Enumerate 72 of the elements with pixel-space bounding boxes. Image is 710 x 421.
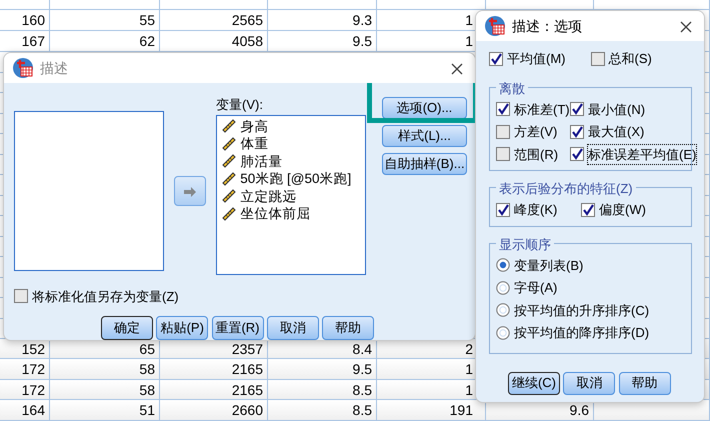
- checkbox-label: 平均值(M): [507, 50, 566, 68]
- table-cell: 2660: [160, 400, 268, 421]
- dialog-button[interactable]: 取消: [563, 372, 616, 394]
- checkbox[interactable]: [496, 202, 510, 217]
- ruler-icon: [221, 188, 237, 204]
- table-cell: 8.5: [268, 400, 377, 421]
- list-item[interactable]: 50米跑 [@50米跑]: [240, 170, 352, 188]
- window-title: 描述: [40, 58, 68, 78]
- checkbox[interactable]: [590, 52, 604, 66]
- source-list[interactable]: [14, 111, 164, 271]
- table-cell: 9.3: [268, 10, 377, 31]
- app-icon: [12, 57, 34, 79]
- radio-label: 变量列表(B): [514, 256, 584, 275]
- close-icon: [451, 63, 463, 76]
- list-item[interactable]: 身高: [240, 118, 268, 135]
- checkbox-label: 偏度(W): [599, 201, 646, 219]
- side-button[interactable]: 选项(O)...: [382, 97, 467, 119]
- table-cell: 51: [50, 400, 160, 421]
- checkbox[interactable]: [496, 147, 510, 162]
- dialog-button[interactable]: 重置(R): [212, 316, 264, 340]
- side-button[interactable]: 自助抽样(B)...: [382, 153, 467, 175]
- list-item[interactable]: 立定跳远: [240, 188, 296, 205]
- checkbox[interactable]: [570, 147, 584, 162]
- checkbox-label: 最大值(X): [588, 123, 644, 141]
- group-title: 表示后验分布的特征(Z): [496, 179, 636, 198]
- radio-label: 按平均值的降序排序(D): [514, 324, 650, 342]
- table-cell: 160: [0, 10, 50, 31]
- checkbox[interactable]: [581, 202, 595, 217]
- checkbox-label: 将标准化值另存为变量(Z): [32, 288, 179, 306]
- radio-button[interactable]: [496, 303, 510, 318]
- table-cell: 55: [50, 10, 160, 31]
- checkbox-label: 标准误差平均值(E): [588, 144, 696, 164]
- radio-button[interactable]: [496, 280, 510, 295]
- ruler-icon: [221, 153, 237, 170]
- radio-button[interactable]: [496, 258, 510, 272]
- radio-button[interactable]: [496, 326, 510, 340]
- arrow-icon: [183, 186, 197, 198]
- ruler-icon: [221, 118, 237, 134]
- dialog-button[interactable]: 粘贴(P): [156, 316, 208, 340]
- window-title: 描述：选项: [512, 16, 582, 36]
- move-button[interactable]: [174, 176, 206, 206]
- list-item[interactable]: 体重: [240, 135, 268, 152]
- list-item[interactable]: 坐位体前屈: [240, 205, 310, 222]
- app-icon: [484, 15, 506, 37]
- dialog-button[interactable]: 帮助: [618, 372, 670, 394]
- ruler-icon: [221, 136, 237, 152]
- checkbox-label: 峰度(K): [514, 201, 558, 219]
- dialog-button[interactable]: 取消: [266, 316, 319, 340]
- close-icon: [680, 21, 692, 34]
- dialog-button[interactable]: 继续(C): [508, 372, 560, 394]
- side-button[interactable]: 样式(L)...: [382, 125, 467, 147]
- dialog-button[interactable]: 确定: [101, 316, 153, 340]
- radio-label: 字母(A): [514, 279, 558, 297]
- checkbox[interactable]: [496, 102, 510, 116]
- list-item[interactable]: 肺活量: [240, 152, 282, 170]
- table-cell: 164: [0, 400, 50, 421]
- checkbox[interactable]: [489, 52, 503, 66]
- checkbox[interactable]: [496, 124, 510, 139]
- checkbox[interactable]: [570, 124, 584, 139]
- ruler-icon: [221, 206, 237, 222]
- checkbox-label: 方差(V): [514, 123, 558, 141]
- checkbox-label: 标准差(T): [514, 100, 570, 119]
- checkbox-label: 最小值(N): [588, 100, 646, 119]
- ruler-icon: [221, 170, 237, 187]
- checkbox[interactable]: [570, 102, 584, 116]
- table-cell: 2565: [160, 10, 268, 31]
- checkbox-label: 范围(R): [514, 146, 558, 164]
- list-label: 变量(V):: [216, 96, 264, 114]
- dialog-button[interactable]: 帮助: [322, 316, 374, 340]
- checkbox[interactable]: [14, 289, 28, 304]
- radio-label: 按平均值的升序排序(C): [514, 302, 650, 320]
- checkbox-label: 总和(S): [608, 50, 652, 68]
